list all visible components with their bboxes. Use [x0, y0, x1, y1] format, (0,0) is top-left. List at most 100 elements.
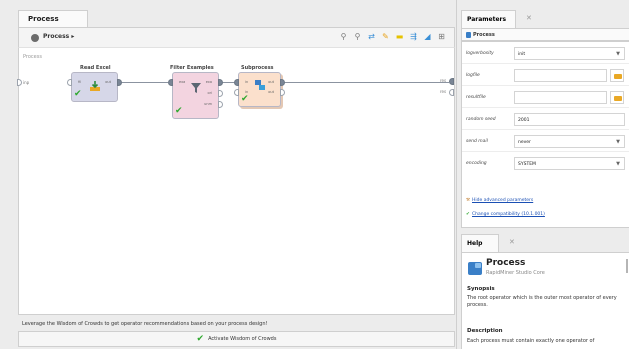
help-subtitle: RapidMiner Studio Core: [486, 270, 545, 276]
process-output-port-2[interactable]: [449, 89, 454, 96]
layout-icon[interactable]: ◢: [423, 32, 432, 41]
breadcrumb[interactable]: Process ▸: [43, 33, 74, 40]
filter-in-port[interactable]: [168, 79, 173, 86]
tab-parameters[interactable]: Parameters: [461, 10, 516, 28]
help-tabbar: Help ✕: [461, 234, 523, 252]
help-scrollbar[interactable]: [626, 259, 628, 273]
synopsis-heading: Synopsis: [467, 286, 495, 292]
subprocess-port-in-1: in: [245, 80, 249, 84]
breadcrumb-bar: Process ▸ ⚲ ⚲ ⇄ ✎ ▬ ⇶ ◢ ⊞: [18, 28, 455, 47]
folder-icon[interactable]: [610, 91, 624, 104]
filter-port-exa-out: exa: [205, 80, 212, 84]
zoom-out-icon[interactable]: ⚲: [353, 32, 362, 41]
wire-subprocess-to-output[interactable]: [283, 82, 449, 83]
param-label-send-mail: send mail: [466, 139, 488, 144]
read-excel-out-port[interactable]: [117, 79, 122, 86]
read-excel-title: Read Excel: [80, 65, 111, 71]
description-text: Each process must contain exactly one op…: [467, 338, 595, 344]
help-title: Process: [486, 258, 526, 268]
parameters-panel: Parameters ✕ Process logverbosity init l…: [456, 0, 629, 349]
tab-process[interactable]: Process: [18, 10, 88, 27]
subprocess-port-out-2: out: [268, 90, 274, 94]
filter-unm-port[interactable]: [218, 101, 223, 108]
param-label-encoding: encoding: [466, 161, 487, 166]
synopsis-text: The root operator which is the outer mos…: [467, 295, 617, 308]
filter-status-check-icon: ✔: [175, 106, 183, 116]
param-label-resultfile: resultfile: [466, 95, 486, 100]
tab-help[interactable]: Help: [461, 234, 499, 252]
send-mail-select[interactable]: never: [514, 135, 625, 148]
activate-wisdom-button[interactable]: ✔ Activate Wisdom of Crowds: [18, 331, 455, 347]
subprocess-out-port-1[interactable]: [280, 79, 285, 86]
random-seed-input[interactable]: 2001: [514, 113, 625, 126]
parameters-header-label: Process: [473, 32, 495, 38]
process-icon: [466, 32, 471, 38]
param-row-logverbosity: logverbosity init: [462, 42, 629, 64]
note-icon[interactable]: ✎: [381, 32, 390, 41]
arrange-icon[interactable]: ⇶: [409, 32, 418, 41]
process-input-port-label: inp: [23, 80, 30, 85]
encoding-select[interactable]: SYSTEM: [514, 157, 625, 170]
subprocess-operator[interactable]: in out in out ✔: [238, 72, 281, 107]
process-canvas[interactable]: Process inp res res Read Excel fil out ✔: [17, 47, 455, 315]
close-icon[interactable]: ✕: [499, 234, 523, 252]
subprocess-in-port-1[interactable]: [234, 79, 239, 86]
process-output-port-1[interactable]: [449, 78, 454, 85]
process-input-port[interactable]: [17, 79, 22, 86]
param-row-resultfile: resultfile: [462, 86, 629, 108]
process-output-port-label-2: res: [440, 89, 447, 94]
subprocess-icon: [254, 76, 266, 90]
change-compatibility-label: Change compatibility (10.1.001): [472, 212, 545, 217]
filter-exa-out-port[interactable]: [218, 79, 223, 86]
wire-read-to-filter[interactable]: [120, 82, 168, 83]
param-row-random-seed: random seed 2001: [462, 108, 629, 130]
canvas-title: Process: [23, 54, 42, 60]
fit-icon[interactable]: ⊞: [437, 32, 446, 41]
wisdom-hint-text: Leverage the Wisdom of Crowds to get ope…: [22, 321, 268, 327]
param-row-encoding: encoding SYSTEM: [462, 152, 629, 174]
breadcrumb-process[interactable]: Process: [43, 33, 69, 40]
param-label-random-seed: random seed: [466, 117, 496, 122]
process-icon: [468, 262, 482, 275]
resultfile-input[interactable]: [514, 91, 607, 104]
excel-import-icon: [89, 77, 101, 91]
read-excel-in-port[interactable]: [67, 79, 72, 86]
subprocess-port-out-1: out: [268, 80, 274, 84]
filter-port-unm: unm: [204, 102, 212, 106]
filter-examples-operator[interactable]: exa exa ori unm ✔: [172, 72, 219, 119]
rapidminer-window: Process Process ▸ ⚲ ⚲ ⇄ ✎ ▬ ⇶ ◢ ⊞ Proces…: [0, 0, 629, 349]
hide-advanced-link[interactable]: ⚒ Hide advanced parameters: [466, 198, 533, 203]
subprocess-in-port-2[interactable]: [234, 89, 239, 96]
read-excel-operator[interactable]: fil out ✔: [71, 72, 118, 102]
folder-icon[interactable]: [610, 69, 624, 82]
subprocess-status-check-icon: ✔: [241, 94, 249, 104]
filter-port-exa-in: exa: [179, 80, 186, 84]
parameters-list: logverbosity init logfile resultfile ran…: [461, 41, 629, 228]
parameters-tabbar: Parameters ✕: [461, 10, 540, 28]
subprocess-title: Subprocess: [241, 65, 274, 71]
close-icon[interactable]: ✕: [516, 10, 540, 28]
process-panel: Process Process ▸ ⚲ ⚲ ⇄ ✎ ▬ ⇶ ◢ ⊞ Proces…: [0, 0, 456, 349]
param-label-logverbosity: logverbosity: [466, 51, 494, 56]
read-excel-port-fil: fil: [78, 80, 82, 84]
filter-ori-port[interactable]: [218, 90, 223, 97]
description-heading: Description: [467, 328, 503, 334]
logverbosity-select[interactable]: init: [514, 47, 625, 60]
activate-wisdom-label: Activate Wisdom of Crowds: [208, 336, 277, 342]
funnel-icon: [190, 79, 202, 93]
parameters-header: Process: [461, 28, 629, 41]
subprocess-out-port-2[interactable]: [280, 89, 285, 96]
zoom-in-icon[interactable]: ⚲: [339, 32, 348, 41]
read-excel-port-out: out: [105, 80, 111, 84]
process-icon: [31, 34, 39, 42]
change-compatibility-link[interactable]: ✔ Change compatibility (10.1.001): [466, 212, 545, 217]
param-row-logfile: logfile: [462, 64, 629, 86]
comment-icon[interactable]: ▬: [395, 32, 404, 41]
filter-port-ori: ori: [207, 91, 212, 95]
auto-wire-icon[interactable]: ⇄: [367, 32, 376, 41]
read-excel-status-check-icon: ✔: [74, 89, 82, 99]
check-icon: ✔: [196, 334, 205, 344]
process-toolbar: ⚲ ⚲ ⇄ ✎ ▬ ⇶ ◢ ⊞: [339, 32, 446, 41]
logfile-input[interactable]: [514, 69, 607, 82]
help-content: Process RapidMiner Studio Core Synopsis …: [461, 252, 629, 349]
